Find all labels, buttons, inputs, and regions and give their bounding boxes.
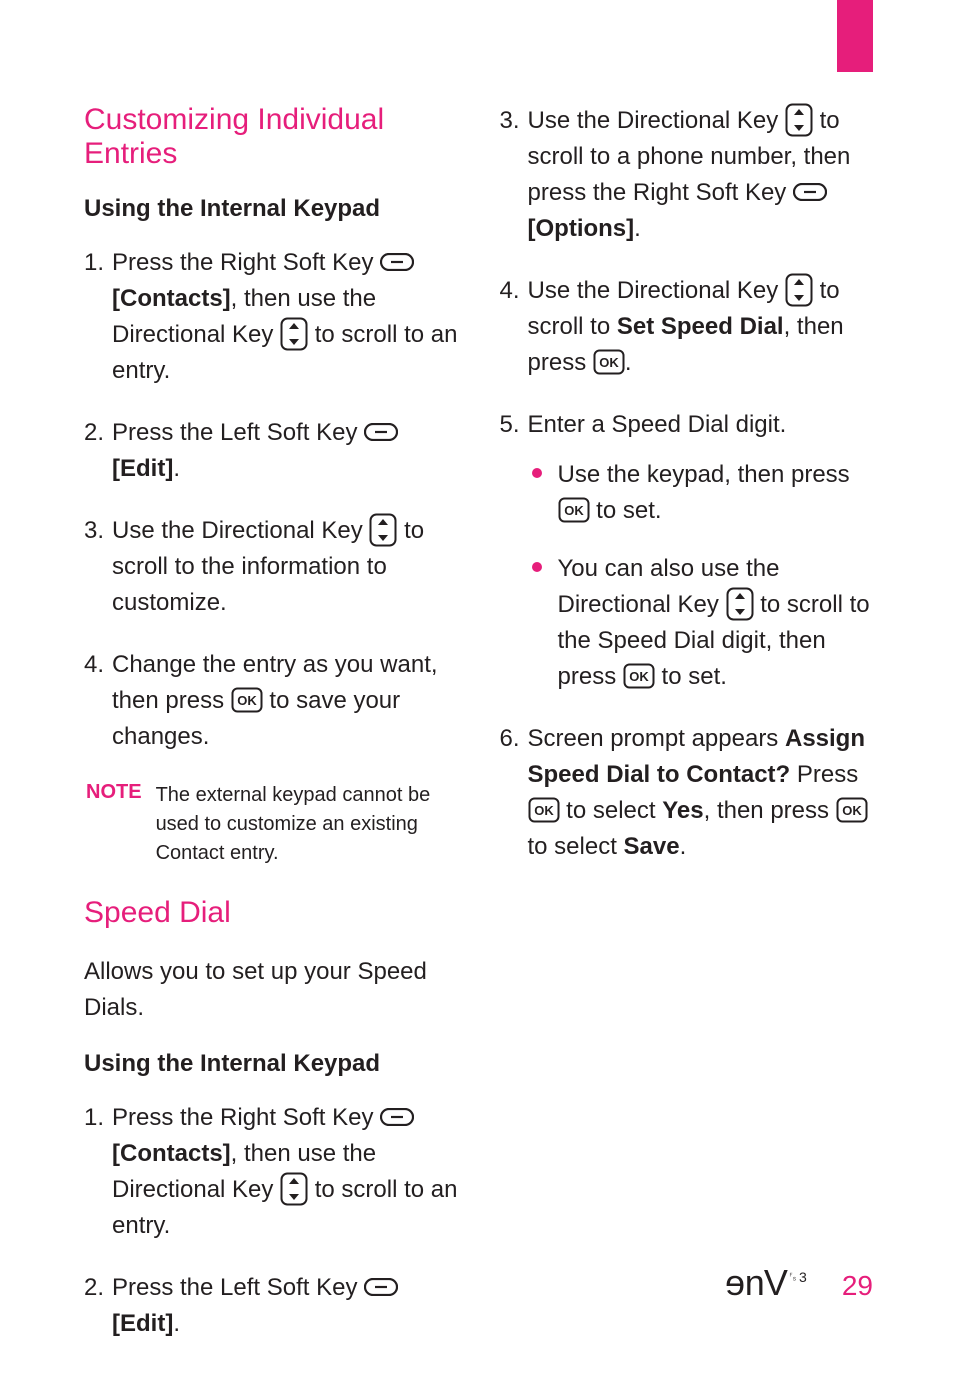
step-2: Press the Left Soft Key [Edit]. — [84, 1270, 458, 1342]
ok-key-icon: OK — [231, 687, 263, 713]
svg-text:OK: OK — [237, 693, 257, 708]
note-text: The external keypad cannot be used to cu… — [156, 781, 458, 868]
text: Screen prompt appears — [528, 725, 785, 752]
bold: Save — [624, 833, 680, 860]
ok-key-icon: OK — [593, 349, 625, 375]
right-column: Use the Directional Key to scroll to a p… — [500, 103, 874, 1368]
text: to set. — [596, 497, 661, 524]
text: Use the keypad, then press — [558, 461, 850, 488]
svg-text:OK: OK — [534, 803, 554, 818]
svg-text:OK: OK — [564, 503, 584, 518]
text: . — [173, 455, 180, 482]
directional-key-icon — [785, 273, 813, 307]
step-4: Change the entry as you want, then press… — [84, 647, 458, 755]
text: Enter a Speed Dial digit. — [528, 411, 787, 438]
directional-key-icon — [785, 103, 813, 137]
bold: [Edit] — [112, 455, 173, 482]
ok-key-icon: OK — [836, 797, 868, 823]
step-6: Screen prompt appears Assign Speed Dial … — [500, 721, 874, 865]
step-4: Use the Directional Key to scroll to Set… — [500, 273, 874, 381]
step-5: Enter a Speed Dial digit. Use the keypad… — [500, 407, 874, 695]
step-2: Press the Left Soft Key [Edit]. — [84, 415, 458, 487]
subhead-internal-keypad-2: Using the Internal Keypad — [84, 1050, 458, 1078]
directional-key-icon — [280, 317, 308, 351]
note: NOTE The external keypad cannot be used … — [84, 781, 458, 868]
steps-speed-dial-right: Use the Directional Key to scroll to a p… — [500, 103, 874, 865]
bold: [Contacts] — [112, 285, 231, 312]
directional-key-icon — [280, 1172, 308, 1206]
section-title-speed-dial: Speed Dial — [84, 896, 458, 930]
steps-customizing: Press the Right Soft Key [Contacts], the… — [84, 245, 458, 755]
text: to select — [528, 833, 624, 860]
text: , then press — [704, 797, 836, 824]
page-number: 29 — [842, 1270, 873, 1302]
subhead-internal-keypad-1: Using the Internal Keypad — [84, 195, 458, 223]
note-label: NOTE — [84, 781, 142, 868]
text: Use the Directional Key — [112, 517, 369, 544]
bold: Yes — [662, 797, 703, 824]
step-3: Use the Directional Key to scroll to the… — [84, 513, 458, 621]
soft-key-icon — [793, 183, 827, 201]
text: . — [634, 215, 641, 242]
text: . — [680, 833, 687, 860]
bold: [Contacts] — [112, 1140, 231, 1167]
left-column: Customizing Individual Entries Using the… — [84, 103, 458, 1368]
ok-key-icon: OK — [558, 497, 590, 523]
ok-key-icon: OK — [623, 663, 655, 689]
text: Press the Left Soft Key — [112, 419, 364, 446]
svg-text:OK: OK — [842, 803, 862, 818]
steps-speed-dial-left: Press the Right Soft Key [Contacts], the… — [84, 1100, 458, 1342]
text: Use the Directional Key — [528, 277, 785, 304]
text: to set. — [662, 663, 727, 690]
step-1: Press the Right Soft Key [Contacts], the… — [84, 1100, 458, 1244]
soft-key-icon — [380, 253, 414, 271]
env3-logo: enV␜3 — [726, 1262, 808, 1304]
page-footer: enV␜3 29 — [726, 1262, 873, 1304]
text: . — [173, 1310, 180, 1337]
directional-key-icon — [369, 513, 397, 547]
bullet-2: You can also use the Directional Key to … — [528, 551, 874, 695]
step-3: Use the Directional Key to scroll to a p… — [500, 103, 874, 247]
svg-text:OK: OK — [629, 669, 649, 684]
page-body: Customizing Individual Entries Using the… — [84, 103, 873, 1368]
svg-text:OK: OK — [599, 355, 619, 370]
intro-text: Allows you to set up your Speed Dials. — [84, 954, 458, 1026]
soft-key-icon — [364, 423, 398, 441]
bold: [Options] — [528, 215, 635, 242]
text: Press the Right Soft Key — [112, 249, 380, 276]
bold: [Edit] — [112, 1310, 173, 1337]
directional-key-icon — [726, 587, 754, 621]
text: Press — [790, 761, 858, 788]
ok-key-icon: OK — [528, 797, 560, 823]
step-1: Press the Right Soft Key [Contacts], the… — [84, 245, 458, 389]
text: Use the Directional Key — [528, 107, 785, 134]
bullet-1: Use the keypad, then press OK to set. — [528, 457, 874, 529]
text: Press the Left Soft Key — [112, 1274, 364, 1301]
text: . — [625, 349, 632, 376]
accent-bar — [837, 0, 873, 72]
soft-key-icon — [380, 1108, 414, 1126]
text: to select — [566, 797, 662, 824]
section-title-customizing: Customizing Individual Entries — [84, 103, 458, 171]
text: Press the Right Soft Key — [112, 1104, 380, 1131]
soft-key-icon — [364, 1278, 398, 1296]
bold: Set Speed Dial — [617, 313, 784, 340]
step-5-bullets: Use the keypad, then press OK to set. Yo… — [528, 457, 874, 695]
